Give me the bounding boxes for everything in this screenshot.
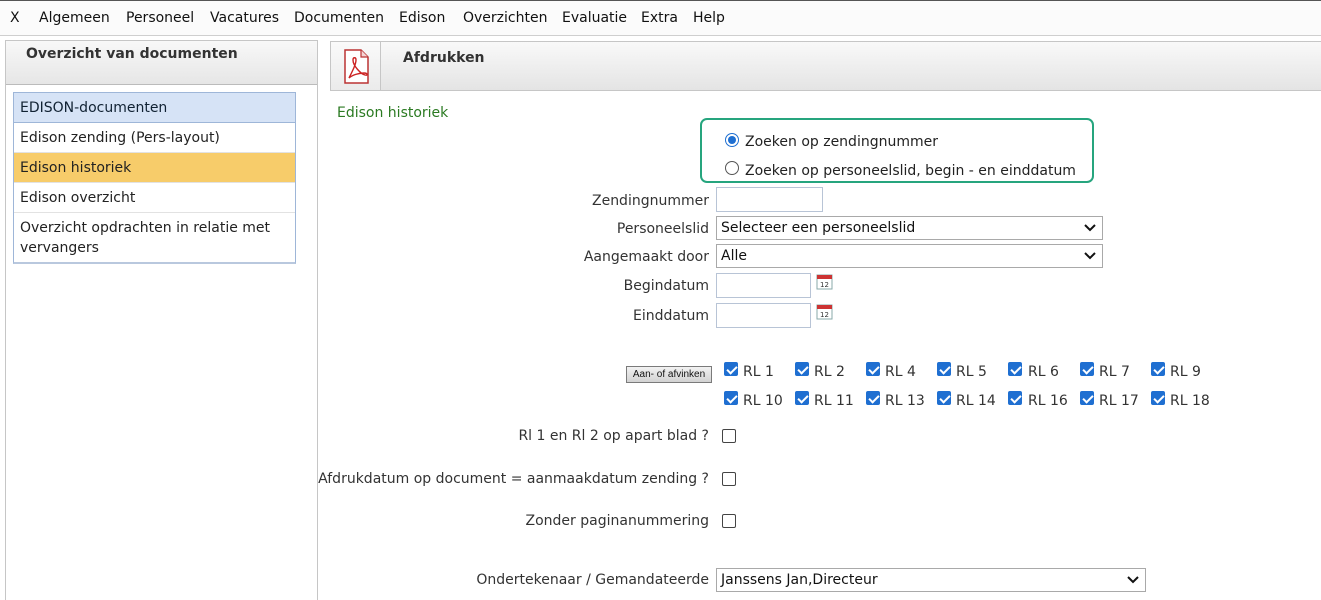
aangemaakt-door-select[interactable]: Alle: [716, 244, 1103, 268]
checkbox-rl-14[interactable]: [937, 391, 951, 405]
checkbox-rl-17[interactable]: [1080, 391, 1094, 405]
calendar-icon[interactable]: 12: [816, 303, 833, 320]
rl-6-label: RL 6: [1028, 364, 1059, 380]
radio-zendingnummer-label: Zoeken op zendingnummer: [745, 134, 938, 150]
list-item-edison-historiek[interactable]: Edison historiek: [14, 153, 295, 183]
menu-personeel[interactable]: Personeel: [126, 10, 194, 26]
personeelslid-label: Personeelslid: [616, 221, 709, 237]
page-title: Afdrukken: [403, 50, 485, 66]
begindatum-input[interactable]: [716, 273, 811, 298]
aangemaakt-door-select-value: Alle: [721, 248, 747, 264]
personeelslid-select[interactable]: Selecteer een personeelslid: [716, 216, 1103, 240]
radio-personeelslid-label: Zoeken op personeelslid, begin - en eind…: [745, 163, 1076, 179]
menu-bar: X Algemeen Personeel Vacatures Documente…: [0, 0, 1321, 36]
checkbox-rl-9[interactable]: [1151, 362, 1165, 376]
list-item-edison-overzicht[interactable]: Edison overzicht: [14, 183, 295, 213]
checkbox-rl-7[interactable]: [1080, 362, 1094, 376]
begindatum-label: Begindatum: [623, 278, 709, 294]
menu-extra[interactable]: Extra: [641, 10, 678, 26]
einddatum-input[interactable]: [716, 303, 811, 328]
rl-16-label: RL 16: [1028, 393, 1068, 409]
afdrukdatum-label: Afdrukdatum op document = aanmaakdatum z…: [318, 471, 709, 487]
checkbox-rl-18[interactable]: [1151, 391, 1165, 405]
menu-overzichten[interactable]: Overzichten: [463, 10, 547, 26]
ondertekenaar-select-value: Janssens Jan,Directeur: [721, 572, 878, 588]
personeelslid-select-value: Selecteer een personeelslid: [721, 220, 916, 236]
checkbox-rl-6[interactable]: [1008, 362, 1022, 376]
section-title: Edison historiek: [337, 105, 449, 121]
svg-text:12: 12: [820, 311, 829, 319]
menu-vacatures[interactable]: Vacatures: [210, 10, 279, 26]
chevron-down-icon: [1084, 224, 1096, 232]
rl-17-label: RL 17: [1099, 393, 1139, 409]
chevron-down-icon: [1127, 576, 1139, 584]
radio-personeelslid[interactable]: [725, 161, 739, 175]
checkbox-apart-blad[interactable]: [722, 429, 736, 443]
checkbox-rl-4[interactable]: [866, 362, 880, 376]
einddatum-label: Einddatum: [633, 308, 709, 324]
rl-2-label: RL 2: [814, 364, 845, 380]
checkbox-rl-11[interactable]: [795, 391, 809, 405]
radio-zendingnummer[interactable]: [725, 133, 739, 147]
checkbox-zonder-paginanummering[interactable]: [722, 514, 736, 528]
zonder-paginanummering-label: Zonder paginanummering: [525, 513, 709, 529]
list-header-edison-documenten: EDISON-documenten: [14, 93, 295, 123]
rl-11-label: RL 11: [814, 393, 854, 409]
menu-evaluatie[interactable]: Evaluatie: [562, 10, 627, 26]
rl-1-label: RL 1: [743, 364, 774, 380]
pdf-document-icon: [331, 42, 381, 90]
list-item-edison-zending[interactable]: Edison zending (Pers-layout): [14, 123, 295, 153]
menu-algemeen[interactable]: Algemeen: [39, 10, 110, 26]
rl-7-label: RL 7: [1099, 364, 1130, 380]
documents-panel: Overzicht van documenten EDISON-document…: [5, 40, 318, 600]
menu-help[interactable]: Help: [693, 10, 725, 26]
checkbox-afdrukdatum[interactable]: [722, 472, 736, 486]
ondertekenaar-label: Ondertekenaar / Gemandateerde: [476, 572, 709, 588]
rl-14-label: RL 14: [956, 393, 996, 409]
calendar-icon[interactable]: 12: [816, 273, 833, 290]
rl-9-label: RL 9: [1170, 364, 1201, 380]
zendingnummer-label: Zendingnummer: [591, 193, 709, 209]
checkbox-rl-5[interactable]: [937, 362, 951, 376]
menu-close[interactable]: X: [10, 10, 20, 26]
chevron-down-icon: [1084, 252, 1096, 260]
main-header: Afdrukken: [330, 41, 1321, 91]
rl-18-label: RL 18: [1170, 393, 1210, 409]
toggle-all-button[interactable]: Aan- of afvinken: [626, 366, 712, 383]
checkbox-rl-2[interactable]: [795, 362, 809, 376]
menu-documenten[interactable]: Documenten: [294, 10, 384, 26]
zendingnummer-input[interactable]: [716, 187, 823, 212]
checkbox-rl-13[interactable]: [866, 391, 880, 405]
rl-4-label: RL 4: [885, 364, 916, 380]
checkbox-rl-1[interactable]: [724, 362, 738, 376]
aangemaakt-door-label: Aangemaakt door: [583, 249, 709, 265]
documents-list: EDISON-documenten Edison zending (Pers-l…: [13, 92, 296, 264]
apart-blad-label: Rl 1 en Rl 2 op apart blad ?: [518, 428, 709, 444]
svg-text:12: 12: [820, 281, 829, 289]
menu-edison[interactable]: Edison: [399, 10, 445, 26]
checkbox-rl-10[interactable]: [724, 391, 738, 405]
documents-panel-title: Overzicht van documenten: [26, 46, 238, 62]
checkbox-rl-16[interactable]: [1008, 391, 1022, 405]
rl-10-label: RL 10: [743, 393, 783, 409]
list-item-overzicht-opdrachten[interactable]: Overzicht opdrachten in relatie met verv…: [14, 213, 295, 262]
documents-panel-header: Overzicht van documenten: [6, 41, 317, 85]
rl-5-label: RL 5: [956, 364, 987, 380]
rl-13-label: RL 13: [885, 393, 925, 409]
ondertekenaar-select[interactable]: Janssens Jan,Directeur: [716, 568, 1146, 592]
